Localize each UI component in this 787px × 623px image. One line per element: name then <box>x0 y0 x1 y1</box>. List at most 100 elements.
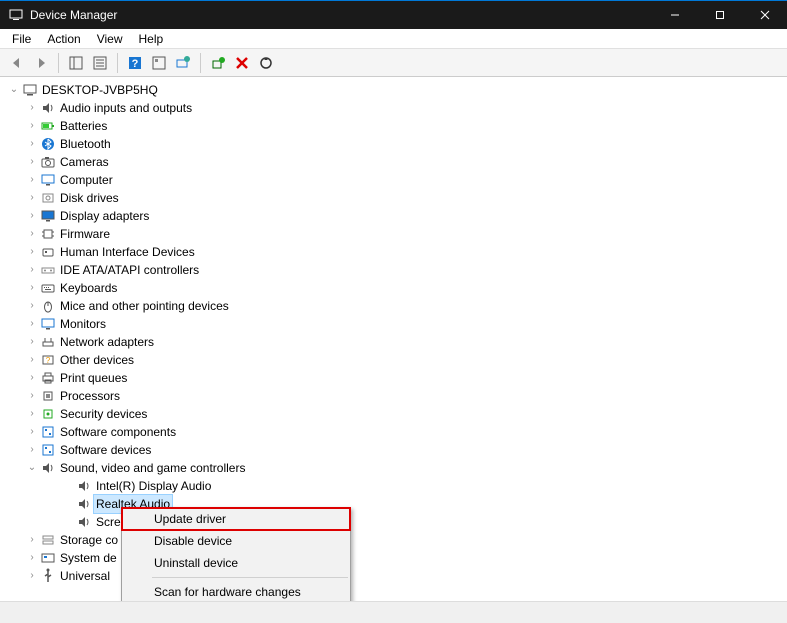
tree-category[interactable]: › Security devices <box>2 405 787 423</box>
monitor-icon <box>40 172 56 188</box>
tree-category[interactable]: ›Display adapters <box>2 207 787 225</box>
tree-device[interactable]: Intel(R) Display Audio <box>2 477 787 495</box>
tree-category-label: Firmware <box>60 225 110 243</box>
chevron-right-icon[interactable]: › <box>26 369 38 387</box>
uninstall-button[interactable] <box>231 52 253 74</box>
chevron-right-icon[interactable]: › <box>26 549 38 567</box>
chevron-right-icon[interactable]: › <box>26 207 38 225</box>
chevron-down-icon[interactable]: ⌄ <box>26 459 38 477</box>
chevron-right-icon[interactable]: › <box>26 531 38 549</box>
show-tree-button[interactable] <box>65 52 87 74</box>
tree-root-label: DESKTOP-JVBP5HQ <box>42 81 158 99</box>
tree-category[interactable]: ›Storage co <box>2 531 787 549</box>
tree-category[interactable]: › Network adapters <box>2 333 787 351</box>
help-button[interactable]: ? <box>124 52 146 74</box>
tree-category[interactable]: › Computer <box>2 171 787 189</box>
chevron-right-icon[interactable]: › <box>26 423 38 441</box>
chevron-right-icon[interactable]: › <box>26 261 38 279</box>
tree-category[interactable]: ›Print queues <box>2 369 787 387</box>
context-update-driver[interactable]: Update driver <box>122 508 350 530</box>
maximize-button[interactable] <box>697 1 742 30</box>
tree-category[interactable]: ⌄ Sound, video and game controllers <box>2 459 787 477</box>
chevron-right-icon[interactable]: › <box>26 387 38 405</box>
tree-category-label: Human Interface Devices <box>60 243 195 261</box>
tree-category-label: Network adapters <box>60 333 154 351</box>
chevron-right-icon[interactable]: › <box>26 405 38 423</box>
tree-category[interactable]: › Batteries <box>2 117 787 135</box>
chevron-right-icon[interactable]: › <box>26 99 38 117</box>
chevron-right-icon[interactable]: › <box>26 243 38 261</box>
tree-device[interactable]: Screa <box>2 513 787 531</box>
tree-category[interactable]: › System de <box>2 549 787 567</box>
tree-category-label: Batteries <box>60 117 107 135</box>
context-item-label: Uninstall device <box>154 556 238 570</box>
context-scan-hardware[interactable]: Scan for hardware changes <box>122 581 350 601</box>
chevron-down-icon[interactable]: ⌄ <box>8 81 20 99</box>
tree-category[interactable]: ›?Other devices <box>2 351 787 369</box>
tree-category[interactable]: ›IDE ATA/ATAPI controllers <box>2 261 787 279</box>
close-button[interactable] <box>742 1 787 30</box>
tree-category-label: Security devices <box>60 405 147 423</box>
menu-help[interactable]: Help <box>131 30 172 48</box>
svg-text:?: ? <box>46 356 51 365</box>
other-icon: ? <box>40 352 56 368</box>
chevron-right-icon[interactable]: › <box>26 441 38 459</box>
forward-button[interactable] <box>30 52 52 74</box>
tree-category[interactable]: ›Bluetooth <box>2 135 787 153</box>
device-tree[interactable]: ⌄ DESKTOP-JVBP5HQ ›Audio inputs and outp… <box>0 77 787 601</box>
tree-category-label: Sound, video and game controllers <box>60 459 245 477</box>
tree-device-label: Intel(R) Display Audio <box>96 477 211 495</box>
tree-category[interactable]: ›Monitors <box>2 315 787 333</box>
tree-device[interactable]: Realtek Audio <box>2 495 787 513</box>
chevron-right-icon[interactable]: › <box>26 117 38 135</box>
context-item-label: Disable device <box>154 534 232 548</box>
tree-category[interactable]: ›Universal <box>2 567 787 585</box>
tree-root[interactable]: ⌄ DESKTOP-JVBP5HQ <box>2 81 787 99</box>
context-item-label: Update driver <box>154 512 226 526</box>
chevron-right-icon[interactable]: › <box>26 279 38 297</box>
update-driver-button[interactable] <box>255 52 277 74</box>
chevron-right-icon[interactable]: › <box>26 135 38 153</box>
chevron-right-icon[interactable]: › <box>26 189 38 207</box>
display-icon <box>40 208 56 224</box>
context-separator <box>152 577 348 578</box>
menu-view[interactable]: View <box>89 30 131 48</box>
chip-icon <box>40 226 56 242</box>
speaker-icon <box>40 460 56 476</box>
context-disable-device[interactable]: Disable device <box>122 530 350 552</box>
tree-category[interactable]: ›Audio inputs and outputs <box>2 99 787 117</box>
tree-category[interactable]: ›Mice and other pointing devices <box>2 297 787 315</box>
context-uninstall-device[interactable]: Uninstall device <box>122 552 350 574</box>
chevron-right-icon[interactable]: › <box>26 225 38 243</box>
toolbar: ? <box>0 49 787 77</box>
tree-category[interactable]: › Firmware <box>2 225 787 243</box>
tree-category[interactable]: › Cameras <box>2 153 787 171</box>
tree-category[interactable]: ›Software devices <box>2 441 787 459</box>
tree-category-label: Cameras <box>60 153 109 171</box>
cpu-icon <box>40 388 56 404</box>
menu-file[interactable]: File <box>4 30 39 48</box>
show-hidden-button[interactable] <box>148 52 170 74</box>
tree-category[interactable]: ›Keyboards <box>2 279 787 297</box>
chevron-right-icon[interactable]: › <box>26 567 38 585</box>
chevron-right-icon[interactable]: › <box>26 297 38 315</box>
chevron-right-icon[interactable]: › <box>26 351 38 369</box>
scan-hardware-button[interactable] <box>172 52 194 74</box>
menu-action[interactable]: Action <box>39 30 88 48</box>
add-legacy-button[interactable] <box>207 52 229 74</box>
back-button[interactable] <box>6 52 28 74</box>
properties-button[interactable] <box>89 52 111 74</box>
minimize-button[interactable] <box>652 1 697 30</box>
tree-category[interactable]: ›Processors <box>2 387 787 405</box>
chevron-right-icon[interactable]: › <box>26 171 38 189</box>
chevron-right-icon[interactable]: › <box>26 153 38 171</box>
tree-category[interactable]: ›Software components <box>2 423 787 441</box>
context-menu: Update driver Disable device Uninstall d… <box>121 507 351 601</box>
tree-category[interactable]: ›Disk drives <box>2 189 787 207</box>
tree-category[interactable]: › Human Interface Devices <box>2 243 787 261</box>
keyboard-icon <box>40 280 56 296</box>
tree-category-label: System de <box>60 549 117 567</box>
chevron-right-icon[interactable]: › <box>26 315 38 333</box>
chevron-right-icon[interactable]: › <box>26 333 38 351</box>
tree-category-label: Computer <box>60 171 113 189</box>
